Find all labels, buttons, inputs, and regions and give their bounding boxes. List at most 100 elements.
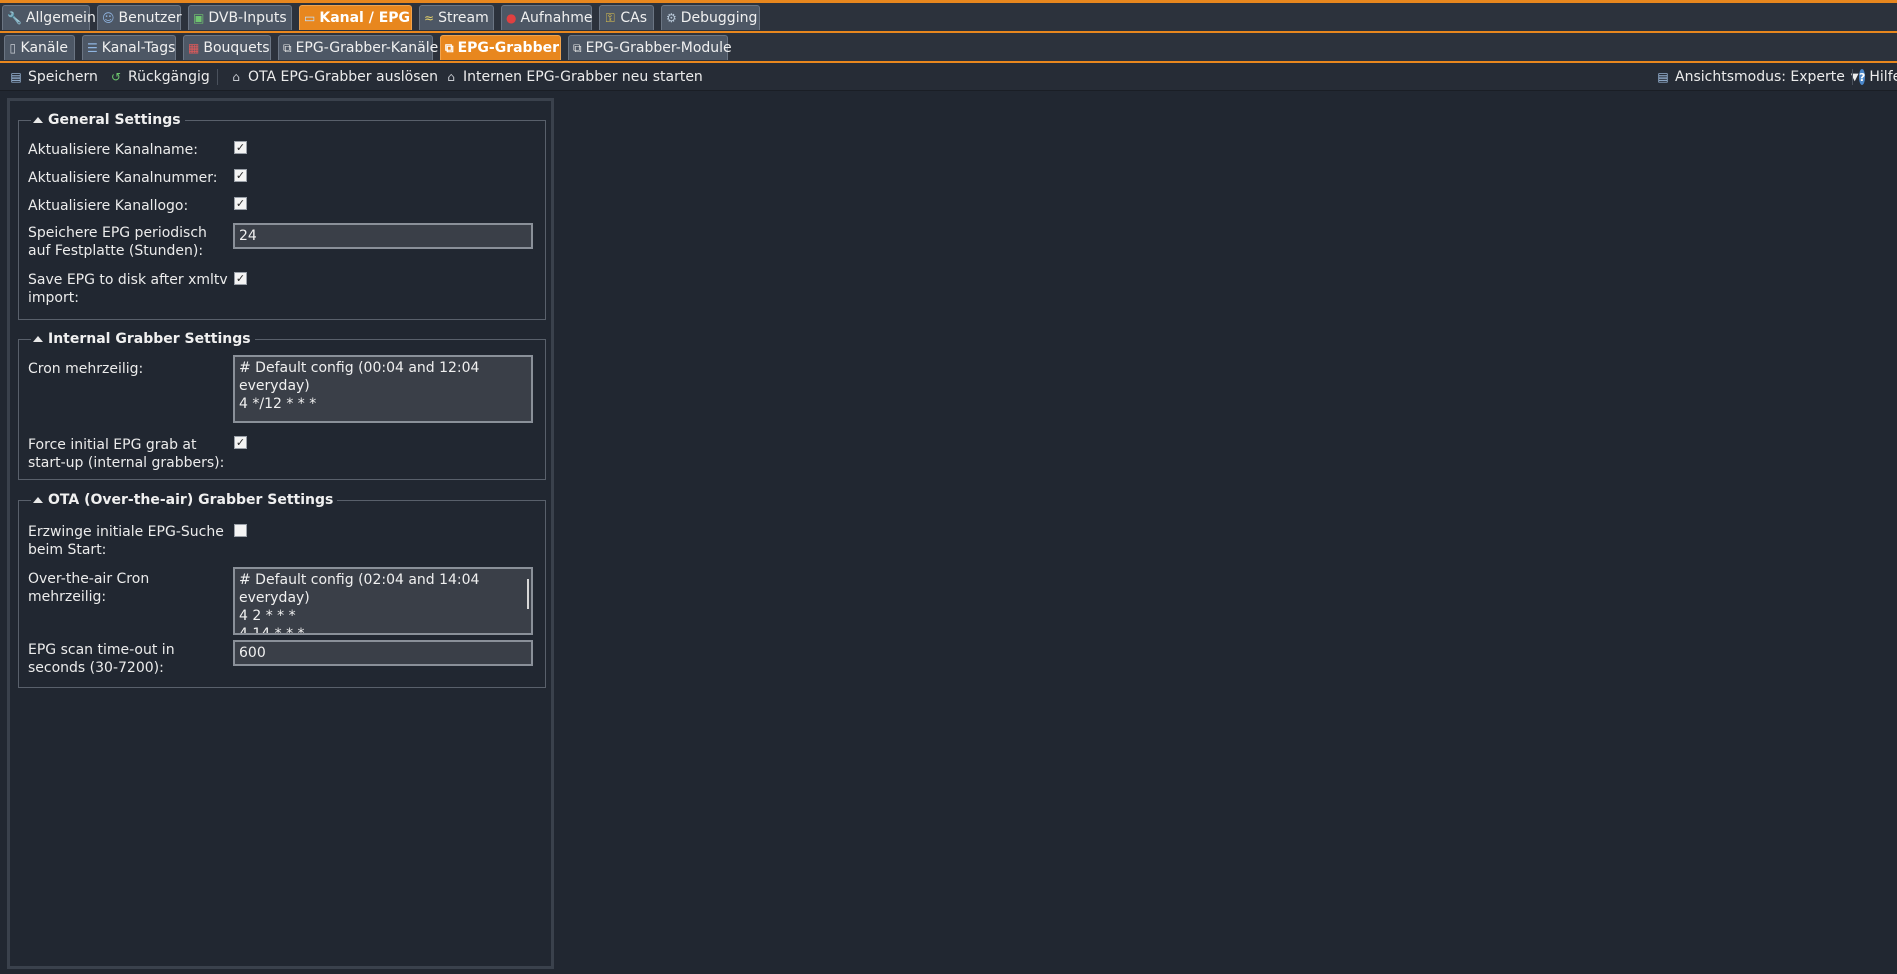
sub-tab-bar: ▯ Kanäle ☰ Kanal-Tags ▦ Bouquets ⧉ EPG-G…	[0, 33, 1897, 63]
epg-grabber-icon: ⧉	[445, 41, 454, 55]
view-mode-icon: ▤	[1657, 70, 1669, 84]
tab-kanaele[interactable]: ▯ Kanäle	[4, 35, 75, 60]
force-initial-label: Force initial EPG grab at start-up (inte…	[28, 437, 225, 471]
undo-icon: ↺	[110, 70, 122, 84]
ota-timeout-input[interactable]: 600	[233, 640, 533, 666]
epg-grabber-icon: ⧉	[283, 41, 292, 55]
tab-kanal-tags[interactable]: ☰ Kanal-Tags	[82, 35, 176, 60]
tab-label: Stream	[438, 10, 489, 26]
epg-grabber-icon: ⧉	[573, 41, 582, 55]
view-mode-label: Ansichtsmodus: Experte	[1675, 69, 1845, 85]
general-settings-fieldset: General Settings Aktualisiere Kanalname:…	[18, 112, 546, 320]
tab-label: Debugging	[680, 10, 758, 26]
save-button-label: Speichern	[28, 69, 98, 85]
grabber-icon: ⌂	[447, 70, 455, 84]
ota-cron-textarea[interactable]: # Default config (02:04 and 14:04 everyd…	[233, 567, 533, 635]
update-name-row: Aktualisiere Kanalname: ✓	[28, 141, 538, 161]
tab-cas[interactable]: ⚿ CAs	[599, 5, 654, 30]
tab-stream[interactable]: ≈ Stream	[419, 5, 494, 30]
users-icon: ☺	[102, 11, 115, 25]
tab-label: Kanal-Tags	[101, 40, 176, 56]
channel-icon: ▯	[9, 41, 17, 55]
tab-benutzer[interactable]: ☺ Benutzer	[97, 5, 182, 30]
wrench-icon: 🔧	[7, 11, 22, 25]
tab-label: DVB-Inputs	[208, 10, 287, 26]
tab-label: Allgemein	[25, 10, 96, 26]
tab-allgemein[interactable]: 🔧 Allgemein	[2, 5, 96, 30]
undo-button-label: Rückgängig	[128, 69, 210, 85]
force-initial-row: Force initial EPG grab at start-up (inte…	[28, 436, 538, 476]
update-logo-label: Aktualisiere Kanallogo:	[28, 198, 189, 214]
tab-label: Benutzer	[118, 10, 182, 26]
update-name-checkbox[interactable]: ✓	[234, 141, 247, 154]
ota-timeout-label: EPG scan time-out in seconds (30-7200):	[28, 642, 175, 676]
main-tab-bar: 🔧 Allgemein ☺ Benutzer ▣ DVB-Inputs ▭ Ka…	[0, 3, 1897, 33]
key-icon: ⚿	[605, 11, 615, 25]
ota-force-scan-row: Erzwinge initiale EPG-Suche beim Start:	[28, 523, 538, 563]
tab-label: EPG-Grabber-Kanäle	[295, 40, 439, 56]
ota-cron-label: Over-the-air Cron mehrzeilig:	[28, 571, 150, 605]
toolbar: ▤ Speichern ↺ Rückgängig ⌂ OTA EPG-Grabb…	[0, 63, 1897, 91]
view-mode-dropdown[interactable]: ▤ Ansichtsmodus: Experte ▼	[1655, 67, 1858, 87]
update-name-label: Aktualisiere Kanalname:	[28, 142, 198, 158]
tab-label: CAs	[620, 10, 647, 26]
tab-epg-grabber-kanaele[interactable]: ⧉ EPG-Grabber-Kanäle	[278, 35, 438, 60]
trigger-ota-button[interactable]: ⌂ OTA EPG-Grabber auslösen	[228, 67, 438, 87]
ota-timeout-row: EPG scan time-out in seconds (30-7200): …	[28, 640, 538, 681]
internal-grabber-legend[interactable]: Internal Grabber Settings	[31, 331, 255, 347]
restart-internal-label: Internen EPG-Grabber neu starten	[463, 69, 703, 85]
tab-debugging[interactable]: ⚙ Debugging	[661, 5, 760, 30]
stream-icon: ≈	[424, 11, 435, 25]
save-after-xmltv-label: Save EPG to disk after xmltv import:	[28, 272, 228, 306]
ota-force-scan-checkbox[interactable]	[234, 524, 247, 537]
help-icon: ?	[1859, 69, 1866, 85]
tab-label: Aufnahme	[520, 10, 593, 26]
save-button[interactable]: ▤ Speichern	[8, 67, 98, 87]
save-after-xmltv-checkbox[interactable]: ✓	[234, 272, 247, 285]
rec-icon: ●	[506, 11, 517, 25]
tv-icon: ▭	[304, 11, 316, 25]
internal-grabber-fieldset: Internal Grabber Settings Cron mehrzeili…	[18, 331, 546, 480]
periodic-save-input[interactable]: 24	[233, 223, 533, 249]
grabber-icon: ⌂	[232, 70, 240, 84]
internal-cron-label: Cron mehrzeilig:	[28, 361, 144, 377]
restart-internal-button[interactable]: ⌂ Internen EPG-Grabber neu starten	[443, 67, 703, 87]
tab-kanal-epg[interactable]: ▭ Kanal / EPG	[299, 5, 412, 30]
update-number-checkbox[interactable]: ✓	[234, 169, 247, 182]
epg-grabber-settings-panel: General Settings Aktualisiere Kanalname:…	[7, 98, 554, 969]
general-settings-title: General Settings	[48, 112, 181, 128]
tab-epg-grabber[interactable]: ⧉ EPG-Grabber	[440, 35, 561, 60]
periodic-save-row: Speichere EPG periodisch auf Festplatte …	[28, 223, 538, 264]
help-button-label: Hilfe	[1869, 69, 1897, 85]
tab-label: Bouquets	[203, 40, 270, 56]
tab-dvb-inputs[interactable]: ▣ DVB-Inputs	[188, 5, 292, 30]
save-after-xmltv-row: Save EPG to disk after xmltv import: ✓	[28, 271, 538, 311]
tab-epg-grabber-module[interactable]: ⧉ EPG-Grabber-Module	[568, 35, 732, 60]
ota-cron-row: Over-the-air Cron mehrzeilig: # Default …	[28, 567, 538, 640]
update-logo-checkbox[interactable]: ✓	[234, 197, 247, 210]
undo-button[interactable]: ↺ Rückgängig	[108, 67, 210, 87]
collapse-icon	[33, 497, 43, 503]
tab-label: Kanäle	[20, 40, 68, 56]
general-settings-legend[interactable]: General Settings	[31, 112, 185, 128]
update-logo-row: Aktualisiere Kanallogo: ✓	[28, 197, 538, 217]
collapse-icon	[33, 117, 43, 123]
tab-aufnahme[interactable]: ● Aufnahme	[501, 5, 592, 30]
ota-grabber-legend[interactable]: OTA (Over-the-air) Grabber Settings	[31, 492, 338, 508]
gears-icon: ⚙	[666, 11, 677, 25]
tab-label: Kanal / EPG	[319, 10, 411, 26]
tab-bouquets[interactable]: ▦ Bouquets	[183, 35, 271, 60]
ota-grabber-title: OTA (Over-the-air) Grabber Settings	[48, 492, 334, 508]
trigger-ota-label: OTA EPG-Grabber auslösen	[248, 69, 438, 85]
tags-icon: ☰	[87, 41, 98, 55]
update-number-row: Aktualisiere Kanalnummer: ✓	[28, 169, 538, 189]
save-icon: ▤	[10, 70, 22, 84]
force-initial-checkbox[interactable]: ✓	[234, 436, 247, 449]
toolbar-separator	[1852, 69, 1853, 85]
internal-cron-row: Cron mehrzeilig: # Default config (00:04…	[28, 355, 538, 430]
help-button[interactable]: ? Hilfe	[1859, 67, 1897, 87]
internal-cron-textarea[interactable]: # Default config (00:04 and 12:04 everyd…	[233, 355, 533, 423]
toolbar-separator	[217, 69, 218, 85]
bouquet-grid-icon: ▦	[188, 41, 200, 55]
internal-grabber-title: Internal Grabber Settings	[48, 331, 251, 347]
